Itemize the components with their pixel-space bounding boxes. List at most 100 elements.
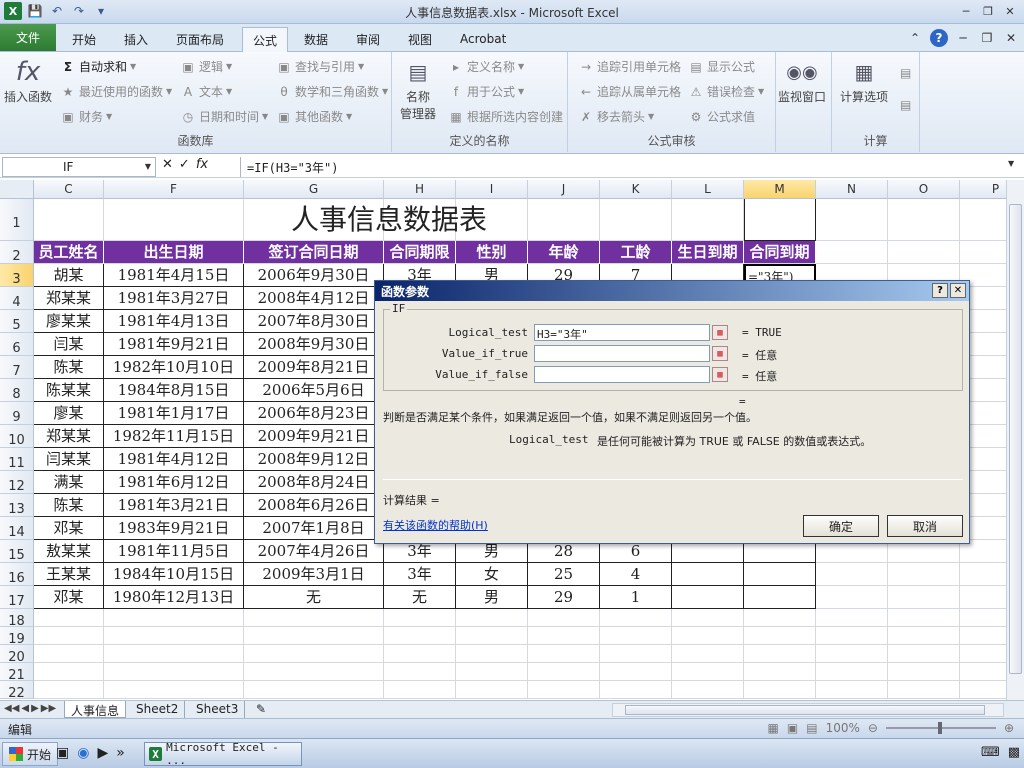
grid-cell[interactable] [816, 241, 888, 264]
row-header-22[interactable]: 22 [0, 681, 34, 700]
grid-cell[interactable] [244, 663, 384, 681]
row-header-4[interactable]: 4 [0, 287, 34, 310]
define-name-button[interactable]: ▸ 定义名称 ▼ [448, 58, 524, 75]
header-cell[interactable]: 合同到期 [744, 241, 816, 264]
column-header-c[interactable]: C [34, 180, 104, 199]
data-cell[interactable]: 郑某某 [34, 287, 104, 310]
data-cell[interactable]: 29 [528, 586, 600, 609]
data-cell[interactable]: 1982年11月15日 [104, 425, 244, 448]
header-cell[interactable]: 合同期限 [384, 241, 456, 264]
trace-precedents-button[interactable]: → 追踪引用单元格 [578, 58, 681, 75]
cancel-entry-icon[interactable]: ✕ [162, 157, 173, 172]
grid-cell[interactable] [672, 609, 744, 627]
grid-cell[interactable] [744, 627, 816, 645]
name-box[interactable]: IF ▼ [2, 157, 156, 177]
data-cell[interactable]: 无 [384, 586, 456, 609]
data-cell[interactable]: 陈某 [34, 494, 104, 517]
grid-cell[interactable] [744, 609, 816, 627]
grid-cell[interactable] [816, 199, 888, 241]
page-break-view-icon[interactable]: ▤ [806, 721, 817, 735]
data-cell[interactable]: 敖某某 [34, 540, 104, 563]
grid-cell[interactable] [816, 586, 888, 609]
taskbar-excel-button[interactable]: X Microsoft Excel - ... [144, 741, 302, 767]
insert-sheet-icon[interactable]: ✎ [250, 701, 272, 718]
zoom-out-icon[interactable]: ⊖ [868, 721, 878, 735]
row-header-9[interactable]: 9 [0, 402, 34, 425]
grid-cell[interactable] [960, 241, 1006, 264]
grid-cell[interactable] [528, 663, 600, 681]
select-all-corner[interactable] [0, 180, 34, 199]
grid-cell[interactable] [816, 627, 888, 645]
grid-cell[interactable] [34, 609, 104, 627]
data-cell[interactable]: 女 [456, 563, 528, 586]
minimize-icon[interactable]: ─ [956, 2, 976, 20]
collapse-dialog-icon[interactable]: ▦ [712, 325, 728, 340]
grid-cell[interactable] [672, 645, 744, 663]
cancel-button[interactable]: 取消 [887, 515, 963, 537]
grid-cell[interactable] [600, 663, 672, 681]
data-cell[interactable]: 1983年9月21日 [104, 517, 244, 540]
row-header-7[interactable]: 7 [0, 356, 34, 379]
data-cell[interactable]: 无 [244, 586, 384, 609]
row-header-5[interactable]: 5 [0, 310, 34, 333]
grid-cell[interactable] [528, 681, 600, 699]
doc-close-icon[interactable]: ✕ [1002, 29, 1020, 47]
grid-cell[interactable] [744, 681, 816, 699]
data-cell[interactable]: 1981年6月12日 [104, 471, 244, 494]
collapse-dialog-icon[interactable]: ▦ [712, 346, 728, 361]
error-checking-button[interactable]: ⚠ 错误检查 ▼ [688, 83, 765, 100]
sheet-tab-personnel[interactable]: 人事信息 [64, 701, 127, 718]
grid-cell[interactable] [888, 199, 960, 241]
data-cell[interactable]: 2008年4月12日 [244, 287, 384, 310]
column-header-o[interactable]: O [888, 180, 960, 199]
data-cell[interactable]: 4 [600, 563, 672, 586]
watch-window-button[interactable]: ◉◉ 监视窗口 [778, 56, 826, 105]
data-cell[interactable]: 1981年4月12日 [104, 448, 244, 471]
grid-cell[interactable] [888, 663, 960, 681]
data-cell[interactable]: 1 [600, 586, 672, 609]
data-cell[interactable]: 邓某 [34, 586, 104, 609]
grid-cell[interactable] [672, 627, 744, 645]
evaluate-formula-button[interactable]: ⚙ 公式求值 [688, 108, 755, 125]
grid-cell[interactable] [528, 645, 600, 663]
zoom-in-icon[interactable]: ⊕ [1004, 721, 1014, 735]
grid-cell[interactable] [384, 627, 456, 645]
data-cell[interactable]: 2008年9月30日 [244, 333, 384, 356]
show-formulas-button[interactable]: ▤ 显示公式 [688, 58, 755, 75]
row-header-16[interactable]: 16 [0, 563, 34, 586]
grid-cell[interactable] [816, 663, 888, 681]
data-cell[interactable]: 2009年8月21日 [244, 356, 384, 379]
sheet-tab-sheet3[interactable]: Sheet3 [190, 701, 246, 718]
ok-button[interactable]: 确定 [803, 515, 879, 537]
grid-cell[interactable] [34, 663, 104, 681]
data-cell[interactable]: 1981年3月21日 [104, 494, 244, 517]
header-cell[interactable]: 生日到期 [672, 241, 744, 264]
autosum-button[interactable]: Σ 自动求和 ▼ [60, 58, 136, 75]
row-header-6[interactable]: 6 [0, 333, 34, 356]
calc-options-button[interactable]: ▦ 计算选项 [840, 56, 888, 105]
data-cell[interactable]: 2009年9月21日 [244, 425, 384, 448]
name-manager-button[interactable]: ▤ 名称 管理器 [400, 56, 436, 122]
restore-icon[interactable]: ❐ [978, 2, 998, 20]
data-cell[interactable]: 男 [456, 586, 528, 609]
grid-cell[interactable] [34, 627, 104, 645]
title-cell-m1[interactable] [744, 199, 816, 241]
data-cell[interactable]: 2008年8月24日 [244, 471, 384, 494]
data-cell[interactable]: 2007年1月8日 [244, 517, 384, 540]
data-cell[interactable]: 25 [528, 563, 600, 586]
sheet-tab-sheet2[interactable]: Sheet2 [130, 701, 186, 718]
insert-function-icon[interactable]: fx [196, 157, 208, 172]
last-sheet-icon[interactable]: ▶▶ [41, 703, 56, 714]
header-cell[interactable]: 性别 [456, 241, 528, 264]
use-in-formula-button[interactable]: f 用于公式 ▼ [448, 83, 524, 100]
row-header-12[interactable]: 12 [0, 471, 34, 494]
logical-test-input[interactable]: H3="3年" [534, 324, 710, 341]
column-header-k[interactable]: K [600, 180, 672, 199]
more-functions-button[interactable]: ▣ 其他函数 ▼ [276, 108, 352, 125]
grid-cell[interactable] [888, 609, 960, 627]
row-header-19[interactable]: 19 [0, 627, 34, 647]
data-cell[interactable]: 1982年10月10日 [104, 356, 244, 379]
grid-cell[interactable] [244, 645, 384, 663]
calc-sheet-icon[interactable]: ▤ [900, 98, 911, 112]
scroll-thumb[interactable] [1009, 204, 1022, 674]
